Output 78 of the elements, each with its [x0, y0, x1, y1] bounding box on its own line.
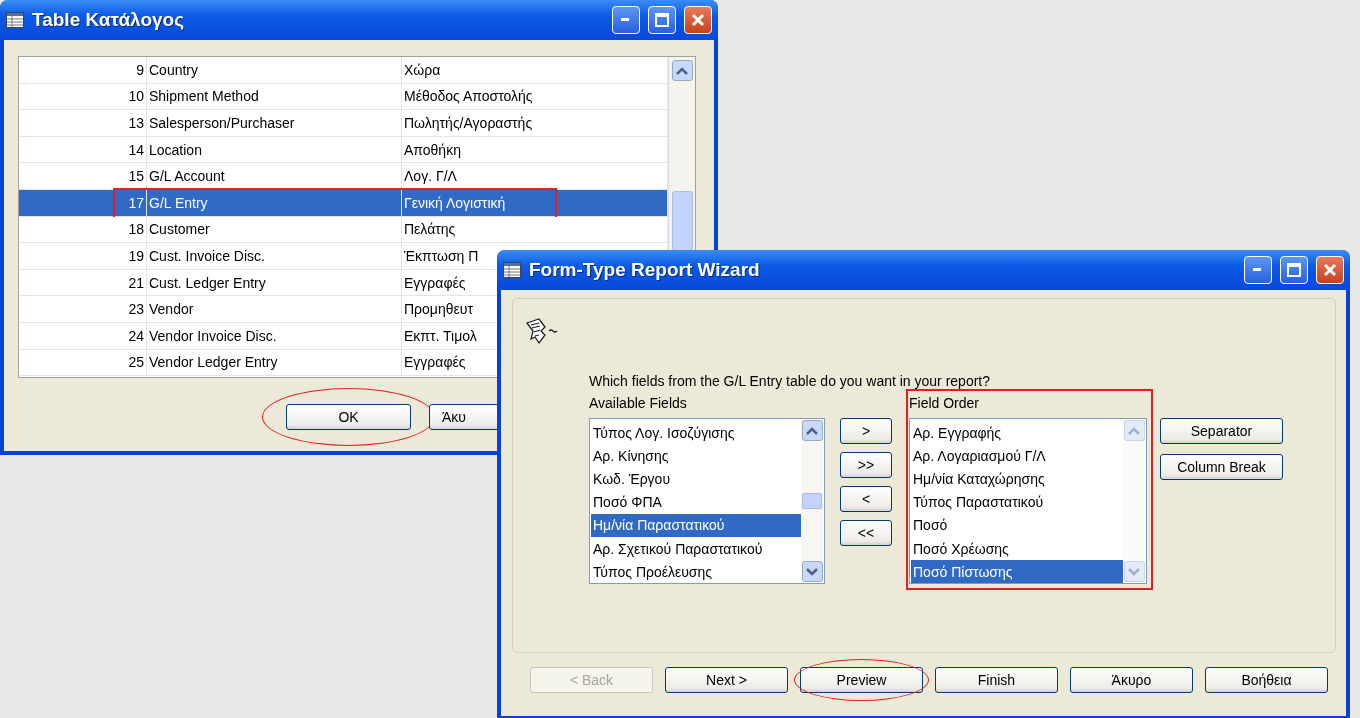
table-row[interactable]: 10 Shipment Method Μέθοδος Αποστολής — [19, 83, 668, 111]
wizard-button[interactable]: Βοήθεια — [1205, 667, 1328, 693]
table-cell: 21 — [19, 269, 147, 296]
minimize-button[interactable] — [1244, 256, 1272, 284]
list-item[interactable]: Ποσό Πίστωσης — [911, 560, 1123, 584]
table-cell: Location — [147, 136, 402, 163]
table-cell: G/L Account — [147, 163, 402, 189]
table-cell: 13 — [19, 110, 147, 136]
table-cell: 15 — [19, 163, 147, 189]
wizard-button[interactable]: Preview — [800, 667, 923, 693]
table-row[interactable]: 9 Country Χώρα — [19, 57, 668, 84]
table-row[interactable]: 17 G/L Entry Γενική Λογιστική — [19, 189, 668, 217]
move-button[interactable]: << — [840, 520, 892, 546]
list-item[interactable]: Αρ. Κίνησης — [591, 444, 801, 468]
close-icon — [1322, 262, 1338, 278]
table-cell: Shipment Method — [147, 83, 402, 110]
table-cell: Cust. Ledger Entry — [147, 269, 402, 296]
list-item[interactable]: Ημ/νία Παραστατικού — [591, 513, 801, 537]
list-item[interactable]: Ποσό Χρέωσης — [911, 536, 1123, 561]
table-row[interactable]: 14 Location Αποθήκη — [19, 136, 668, 164]
table-cell: 14 — [19, 136, 147, 163]
table-row[interactable]: 18 Customer Πελάτης — [19, 216, 668, 244]
table-cell: Vendor Invoice Disc. — [147, 322, 402, 349]
table-cell: 23 — [19, 296, 147, 322]
maximize-icon — [1286, 262, 1302, 278]
list-item[interactable]: Αρ. Λογαριασμού Γ/Λ — [911, 444, 1123, 468]
list-item[interactable]: Ημ/νία Καταχώρησης — [911, 467, 1123, 491]
table-row[interactable]: 15 G/L Account Λογ. Γ/Λ — [19, 163, 668, 190]
list-label: Available Fields — [589, 395, 688, 413]
table-icon — [6, 12, 24, 28]
table-cell: 18 — [19, 216, 147, 243]
side-button[interactable]: Separator — [1160, 418, 1283, 444]
window-title: Table Κατάλογος — [32, 9, 186, 31]
scrollbar[interactable] — [801, 420, 823, 582]
table-cell: Vendor Ledger Entry — [147, 349, 402, 376]
table-cell: Country — [147, 57, 402, 83]
close-button[interactable] — [684, 6, 712, 34]
list-item[interactable]: Κωδ. Έργου — [591, 467, 801, 491]
scroll-thumb[interactable] — [671, 191, 693, 251]
list-box[interactable]: Τύπος Λογ. Ισοζύγισης Αρ. Κίνησης Κωδ. Έργου Ποσό ΦΠΑ Ημ/νία Παραστατικού Αρ. Σχετικού Παραστατικού Τύπος Προέλευσης — [589, 418, 825, 584]
table-cell: 19 — [19, 243, 147, 269]
move-button[interactable]: > — [840, 418, 892, 444]
close-icon — [690, 12, 706, 28]
table-cell: Customer — [147, 216, 402, 243]
table-cell: Cust. Invoice Disc. — [147, 243, 402, 269]
table-icon — [503, 262, 521, 278]
dialog-button[interactable]: OK — [286, 404, 411, 430]
side-button[interactable]: Column Break — [1160, 454, 1283, 480]
list-item[interactable]: Ποσό ΦΠΑ — [591, 490, 801, 514]
minimize-button[interactable] — [612, 6, 640, 34]
table-row[interactable]: 13 Salesperson/Purchaser Πωλητής/Αγοραστής — [19, 110, 668, 137]
table-cell: Salesperson/Purchaser — [147, 110, 402, 136]
list-item[interactable]: Τύπος Λογ. Ισοζύγισης — [591, 421, 801, 445]
wizard-button[interactable]: Next > — [665, 667, 788, 693]
table-cell: 17 — [19, 189, 147, 216]
wizard-button[interactable]: Άκυρο — [1070, 667, 1193, 693]
list-item[interactable]: Αρ. Εγγραφής — [911, 421, 1123, 445]
table-cell: 10 — [19, 83, 147, 110]
list-box[interactable]: Αρ. Εγγραφής Αρ. Λογαριασμού Γ/Λ Ημ/νία Καταχώρησης Τύπος Παραστατικού Ποσό Ποσό Χρέωσης Ποσό Πίστωσης — [909, 418, 1147, 584]
list-item[interactable]: Αρ. Σχετικού Παραστατικού — [591, 536, 801, 561]
move-button[interactable]: < — [840, 486, 892, 512]
wizard-button[interactable]: Finish — [935, 667, 1058, 693]
maximize-button[interactable] — [1280, 256, 1308, 284]
close-button[interactable] — [1316, 256, 1344, 284]
scroll-thumb[interactable] — [802, 493, 822, 509]
minimize-icon — [621, 18, 631, 22]
table-cell: 24 — [19, 322, 147, 349]
move-button[interactable]: >> — [840, 452, 892, 478]
table-cell: 25 — [19, 349, 147, 376]
minimize-icon — [1253, 268, 1263, 272]
list-item[interactable]: Τύπος Προέλευσης — [591, 560, 801, 584]
list-item[interactable]: Ποσό — [911, 513, 1123, 537]
table-cell: Vendor — [147, 296, 402, 322]
list-item[interactable]: Τύπος Παραστατικού — [911, 490, 1123, 514]
table-cell: 9 — [19, 57, 147, 83]
maximize-icon — [654, 12, 670, 28]
maximize-button[interactable] — [648, 6, 676, 34]
list-label: Field Order — [909, 395, 981, 413]
